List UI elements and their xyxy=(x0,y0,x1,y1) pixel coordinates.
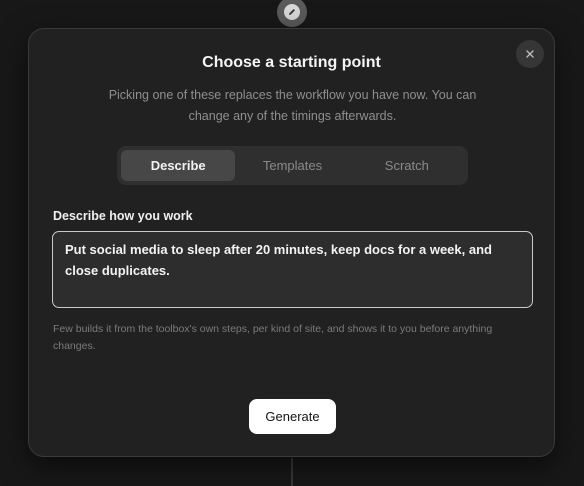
tab-templates[interactable]: Templates xyxy=(235,150,349,181)
dialog-subtitle: Picking one of these replaces the workfl… xyxy=(108,88,477,123)
background-connector xyxy=(291,458,293,486)
generate-button[interactable]: Generate xyxy=(249,399,336,434)
pencil-icon xyxy=(284,4,300,20)
helper-text: Few builds it from the toolbox's own ste… xyxy=(53,323,493,352)
describe-textarea[interactable]: Put social media to sleep after 20 minut… xyxy=(52,231,533,308)
tab-scratch[interactable]: Scratch xyxy=(350,150,464,181)
mode-tabs: Describe Templates Scratch xyxy=(117,146,468,185)
background-node xyxy=(277,0,307,27)
tab-describe[interactable]: Describe xyxy=(121,150,236,181)
starting-point-dialog: Choose a starting point Picking one of t… xyxy=(28,28,555,457)
dialog-title: Choose a starting point xyxy=(202,54,381,71)
describe-field-label: Describe how you work xyxy=(53,209,193,223)
